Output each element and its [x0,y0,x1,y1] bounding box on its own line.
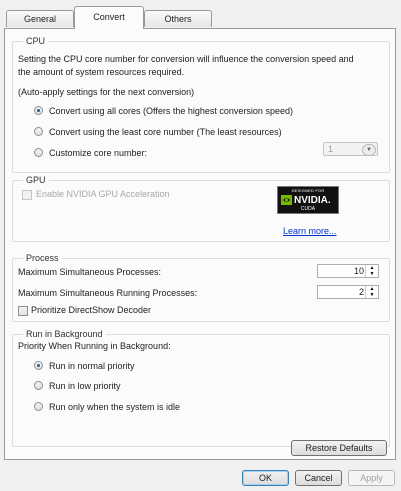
nvidia-cuda-logo: DESIGNED FOR NVIDIA. CUDA [277,186,339,214]
core-number-select[interactable]: 1 ▼ [323,142,378,156]
max-simultaneous-stepper[interactable]: 10 ▲ ▼ [317,264,379,278]
max-running-label: Maximum Simultaneous Running Processes: [18,288,198,298]
max-simultaneous-spin-buttons: ▲ ▼ [365,265,378,277]
max-simultaneous-label: Maximum Simultaneous Processes: [18,267,162,277]
process-group-title: Process [23,252,62,264]
gpu-group-title: GPU [23,174,49,186]
tab-convert[interactable]: Convert [74,6,144,29]
radio-least-cores-label[interactable]: Convert using the least core number (The… [49,126,282,138]
prioritize-directshow-label[interactable]: Prioritize DirectShow Decoder [31,304,151,316]
apply-button[interactable]: Apply [348,470,395,486]
cpu-description-line1: Setting the CPU core number for conversi… [18,54,354,64]
radio-low-priority-label[interactable]: Run in low priority [49,380,121,392]
cpu-group-title: CPU [23,35,49,47]
nvidia-brand-text: NVIDIA. [294,195,331,206]
radio-low-priority[interactable] [34,381,43,390]
radio-normal-priority-label[interactable]: Run in normal priority [49,360,135,372]
chevron-down-icon[interactable]: ▼ [362,144,376,156]
max-running-value[interactable]: 2 [359,287,364,298]
enable-gpu-checkbox[interactable] [22,190,32,200]
nvidia-designed-for-text: DESIGNED FOR [291,188,325,193]
max-running-spin-buttons: ▲ ▼ [365,286,378,298]
core-number-value: 1 [328,144,334,154]
radio-normal-priority[interactable] [34,361,43,370]
restore-defaults-button[interactable]: Restore Defaults [291,440,387,456]
learn-more-link[interactable]: Learn more... [283,225,337,237]
tab-general[interactable]: General [6,10,74,27]
max-running-down-icon[interactable]: ▼ [366,292,378,298]
cpu-description-line2: the amount of system resources required. [18,67,185,77]
prioritize-directshow-checkbox[interactable] [18,306,28,316]
max-simultaneous-value[interactable]: 10 [354,266,364,277]
max-simultaneous-down-icon[interactable]: ▼ [366,271,378,277]
radio-idle-priority-label[interactable]: Run only when the system is idle [49,401,180,413]
radio-all-cores-label[interactable]: Convert using all cores (Offers the high… [49,105,293,117]
nvidia-cuda-text: CUDA [300,206,316,212]
cancel-button[interactable]: Cancel [295,470,342,486]
radio-all-cores[interactable] [34,106,43,115]
cpu-auto-apply-note: (Auto-apply settings for the next conver… [18,87,195,97]
background-priority-label: Priority When Running in Background: [18,341,171,351]
max-running-stepper[interactable]: 2 ▲ ▼ [317,285,379,299]
settings-panel: CPU Setting the CPU core number for conv… [4,28,396,460]
nvidia-eye-icon [281,195,292,205]
radio-custom-cores[interactable] [34,148,43,157]
enable-gpu-label: Enable NVIDIA GPU Acceleration [36,189,170,199]
ok-button[interactable]: OK [242,470,289,486]
tab-others[interactable]: Others [144,10,212,27]
radio-least-cores[interactable] [34,127,43,136]
radio-idle-priority[interactable] [34,402,43,411]
background-group-title: Run in Background [23,328,106,340]
radio-custom-cores-label[interactable]: Customize core number: [49,147,147,159]
